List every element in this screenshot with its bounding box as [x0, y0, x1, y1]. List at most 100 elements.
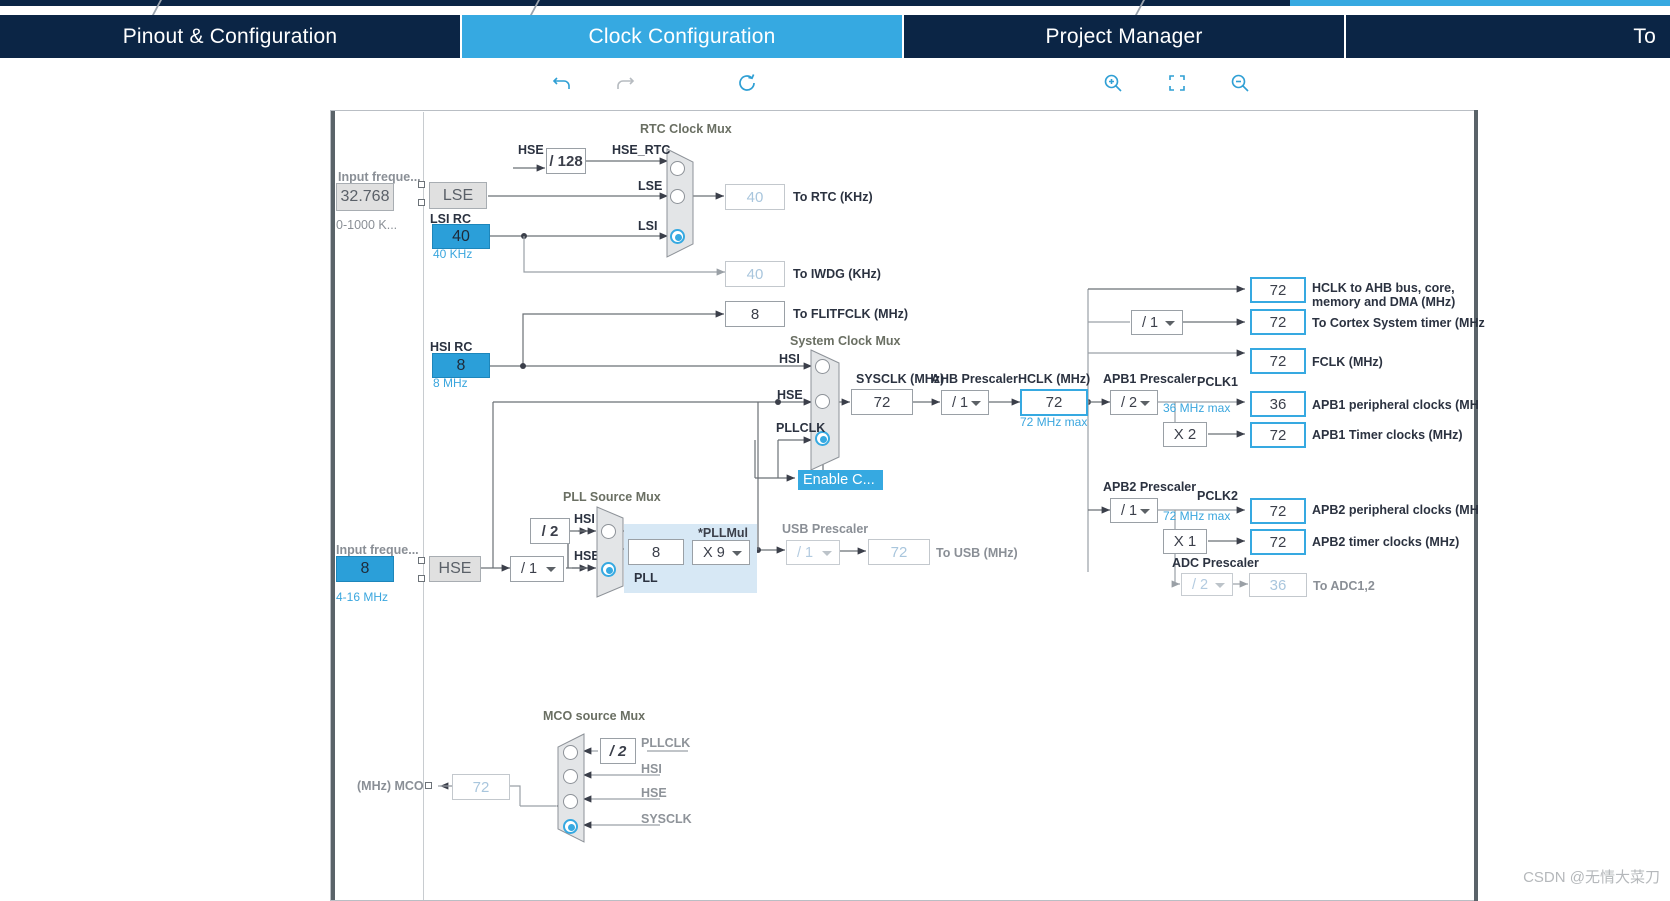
lsi-unit-label: 40 KHz — [433, 247, 473, 261]
hse-input-frequency-label: Input freque... — [336, 543, 419, 557]
tab-pinout-configuration[interactable]: Pinout & Configuration — [0, 15, 460, 58]
apb1-prescaler-select[interactable]: / 2 — [1110, 390, 1158, 415]
hse-div128-input-label: HSE — [518, 143, 544, 157]
mco-source-mux[interactable] — [557, 733, 585, 843]
hse-rtc-divider-field[interactable]: / 128 — [546, 148, 586, 174]
lse-input-frequency-field[interactable]: 32.768 — [336, 183, 394, 211]
cortex-timer-prescaler-value: / 1 — [1142, 314, 1159, 331]
pll-hsi-divider-field[interactable]: / 2 — [530, 518, 570, 544]
pll-mux-input-hsi[interactable] — [601, 524, 616, 539]
mco-output-field[interactable]: 72 — [452, 774, 510, 800]
pll-input-field[interactable]: 8 — [628, 539, 684, 565]
rtc-clock-mux[interactable] — [666, 148, 694, 258]
hclk-title: HCLK (MHz) — [1018, 372, 1091, 386]
adc-value-field[interactable]: 36 — [1249, 573, 1307, 597]
lse-input-frequency-label: Input freque... — [338, 170, 421, 184]
to-rtc-label: To RTC (KHz) — [793, 190, 873, 204]
pllmul-label: *PLLMul — [698, 526, 748, 540]
mco-pllclk-divider-field[interactable]: / 2 — [600, 738, 636, 764]
to-iwdg-value-field[interactable]: 40 — [725, 261, 785, 287]
top-blue-band — [1290, 0, 1670, 6]
pll-source-mux[interactable] — [596, 506, 624, 598]
hse-button[interactable]: HSE — [429, 556, 481, 582]
to-flitfclk-value-field[interactable]: 8 — [725, 301, 785, 327]
apb1-timer-multiplier-field[interactable]: X 2 — [1163, 422, 1207, 447]
hclk-ahb-output-label: HCLK to AHB bus, core, — [1312, 281, 1455, 295]
apb1-peripheral-output-label: APB1 peripheral clocks (MH — [1312, 398, 1479, 412]
mco-mux-pllclk-label: PLLCLK — [641, 736, 691, 750]
enable-css-button[interactable]: Enable C... — [798, 470, 883, 490]
apb2-peripheral-output-field[interactable]: 72 — [1250, 498, 1306, 524]
top-dark-band — [0, 0, 1290, 6]
apb2-timer-output-field[interactable]: 72 — [1250, 529, 1306, 555]
to-usb-value-field[interactable]: 72 — [868, 539, 930, 565]
fclk-output-field[interactable]: 72 — [1250, 348, 1306, 374]
hsi-value-field[interactable]: 8 — [432, 353, 490, 378]
hse-input-frequency-field[interactable]: 8 — [336, 556, 394, 582]
zoom-out-icon[interactable] — [1223, 66, 1257, 100]
lsi-value-field[interactable]: 40 — [432, 224, 490, 249]
to-rtc-value-field[interactable]: 40 — [725, 184, 785, 210]
system-clock-mux-title: System Clock Mux — [790, 334, 901, 348]
hsi-unit-label: 8 MHz — [433, 376, 468, 390]
mco-pin — [425, 782, 432, 789]
apb1-prescaler-value: / 2 — [1121, 394, 1138, 411]
main-tab-bar: Pinout & Configuration Clock Configurati… — [0, 15, 1670, 58]
hclk-value-field[interactable]: 72 — [1020, 389, 1088, 416]
chevron-down-icon — [1140, 400, 1150, 406]
adc-prescaler-select[interactable]: / 2 — [1181, 573, 1233, 596]
apb2-max-label: 72 MHz max — [1163, 509, 1231, 523]
usb-prescaler-select[interactable]: / 1 — [786, 540, 840, 565]
tab-tools[interactable]: To — [1346, 15, 1670, 58]
tab-label: To — [1633, 24, 1656, 48]
undo-icon[interactable] — [545, 66, 579, 100]
reset-icon[interactable] — [730, 66, 764, 100]
zoom-in-icon[interactable] — [1096, 66, 1130, 100]
lse-button[interactable]: LSE — [429, 182, 487, 209]
apb2-timer-multiplier-field[interactable]: X 1 — [1163, 529, 1207, 554]
tab-label: Clock Configuration — [588, 24, 776, 48]
mco-mux-input-sysclk[interactable] — [563, 819, 578, 834]
system-mux-input-hsi[interactable] — [815, 359, 830, 374]
chevron-down-icon — [1215, 582, 1225, 588]
rtc-mux-input-lsi[interactable] — [670, 229, 685, 244]
apb1-timer-output-field[interactable]: 72 — [1250, 422, 1306, 448]
ahb-prescaler-value: / 1 — [952, 394, 969, 411]
canvas-left-rule — [331, 111, 335, 900]
adc-prescaler-value: / 2 — [1192, 576, 1209, 593]
hclk-ahb-output-field[interactable]: 72 — [1250, 277, 1306, 303]
usb-prescaler-value: / 1 — [797, 544, 814, 561]
tab-project-manager[interactable]: Project Manager — [904, 15, 1344, 58]
hse-divider-select[interactable]: / 1 — [510, 556, 564, 582]
rtc-mux-lsi-label: LSI — [638, 219, 658, 233]
pll-mux-input-hse[interactable] — [601, 562, 616, 577]
hse-pin-in — [418, 557, 425, 564]
to-iwdg-label: To IWDG (KHz) — [793, 267, 881, 281]
mco-mux-input-hse[interactable] — [563, 794, 578, 809]
sysclk-value-field[interactable]: 72 — [851, 389, 913, 415]
cortex-timer-prescaler-select[interactable]: / 1 — [1131, 310, 1183, 335]
ahb-prescaler-title: AHB Prescaler — [931, 372, 1018, 386]
chevron-down-icon — [732, 550, 742, 556]
pllmul-select[interactable]: X 9 — [692, 540, 750, 565]
to-adc-label: To ADC1,2 — [1313, 579, 1375, 593]
cortex-timer-output-field[interactable]: 72 — [1250, 309, 1306, 335]
system-mux-input-hse[interactable] — [815, 394, 830, 409]
system-clock-mux[interactable] — [810, 349, 840, 471]
mco-mux-input-hsi[interactable] — [563, 769, 578, 784]
apb2-prescaler-select[interactable]: / 1 — [1110, 498, 1158, 523]
rtc-mux-input-lse[interactable] — [670, 189, 685, 204]
hse-range-label: 4-16 MHz — [336, 590, 389, 604]
apb2-prescaler-value: / 1 — [1121, 502, 1138, 519]
ahb-prescaler-select[interactable]: / 1 — [941, 390, 989, 415]
fit-to-screen-icon[interactable] — [1160, 66, 1194, 100]
apb2-timer-output-label: APB2 timer clocks (MHz) — [1312, 535, 1460, 549]
adc-prescaler-title: ADC Prescaler — [1172, 556, 1259, 570]
redo-icon[interactable] — [608, 66, 642, 100]
rtc-mux-input-hse-rtc[interactable] — [670, 161, 685, 176]
tab-label: Project Manager — [1045, 24, 1203, 48]
tab-clock-configuration[interactable]: Clock Configuration — [462, 15, 902, 58]
rtc-clock-mux-title: RTC Clock Mux — [640, 122, 732, 136]
apb1-peripheral-output-field[interactable]: 36 — [1250, 391, 1306, 417]
mco-mux-input-pllclk[interactable] — [563, 745, 578, 760]
